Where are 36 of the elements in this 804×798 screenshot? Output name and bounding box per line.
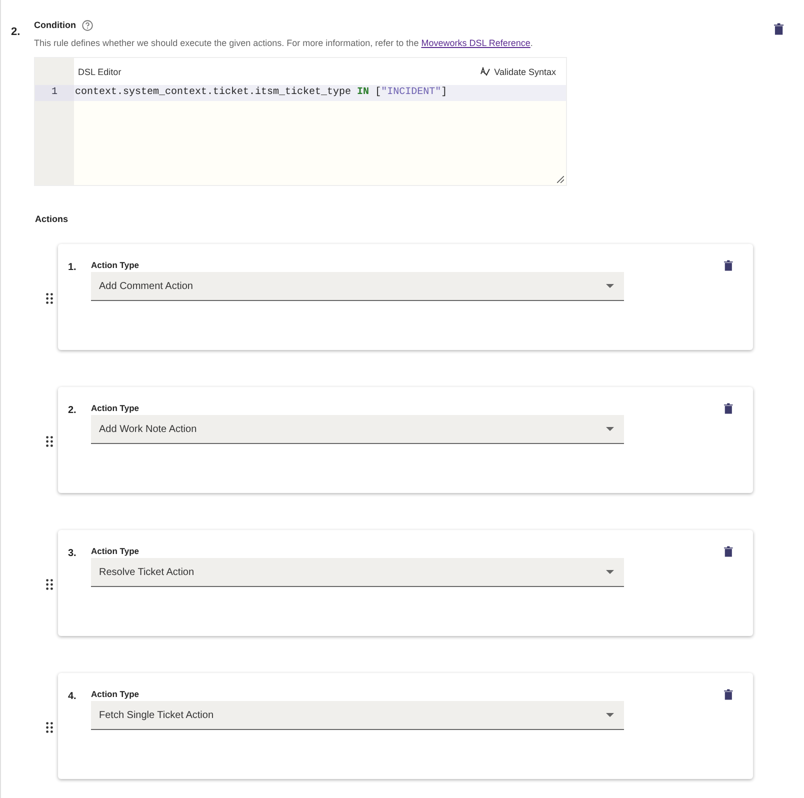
- action-type-label: Action Type: [91, 689, 140, 699]
- action-number: 4.: [68, 690, 78, 704]
- action-type-select[interactable]: Resolve Ticket Action: [91, 558, 624, 587]
- dropdown-caret-icon: [606, 570, 614, 574]
- dsl-reference-link[interactable]: Moveworks DSL Reference: [421, 38, 530, 48]
- action-type-select[interactable]: Add Comment Action: [91, 272, 624, 301]
- action-number: 2.: [68, 404, 78, 418]
- trash-icon[interactable]: [774, 23, 784, 35]
- trash-icon[interactable]: [724, 689, 733, 700]
- line-number: 1: [35, 85, 74, 101]
- condition-title: Condition: [34, 20, 76, 30]
- help-icon[interactable]: [82, 20, 93, 30]
- dropdown-caret-icon: [606, 284, 614, 288]
- drag-handle-icon[interactable]: [46, 722, 53, 733]
- validate-syntax-button[interactable]: Validate Syntax: [480, 66, 556, 76]
- editor-title: DSL Editor: [78, 66, 122, 76]
- condition-number: 2.: [11, 25, 22, 40]
- condition-description: This rule defines whether we should execute the given actions. For more information, refer to the Moveworks DSL Reference.: [34, 38, 534, 48]
- resize-handle-icon[interactable]: [557, 176, 564, 183]
- dropdown-caret-icon: [606, 427, 614, 431]
- trash-icon[interactable]: [724, 403, 733, 414]
- action-type-label: Action Type: [91, 403, 140, 413]
- action-type-select[interactable]: Fetch Single Ticket Action: [91, 701, 624, 730]
- drag-handle-icon[interactable]: [46, 579, 53, 590]
- action-number: 1.: [68, 261, 78, 275]
- action-type-select[interactable]: Add Work Note Action: [91, 415, 624, 444]
- action-type-label: Action Type: [91, 546, 140, 556]
- action-number: 3.: [68, 547, 78, 561]
- drag-handle-icon[interactable]: [46, 293, 53, 304]
- action-type-label: Action Type: [91, 260, 140, 270]
- trash-icon[interactable]: [724, 546, 733, 557]
- drag-handle-icon[interactable]: [46, 436, 53, 447]
- dropdown-caret-icon: [606, 713, 614, 717]
- actions-heading: Actions: [35, 214, 70, 224]
- dsl-editor[interactable]: DSL Editor Validate Syntax 1 context.system_context.ticket.itsm_ticket_type IN ["INCIDENT"]: [34, 57, 567, 186]
- trash-icon[interactable]: [724, 260, 733, 271]
